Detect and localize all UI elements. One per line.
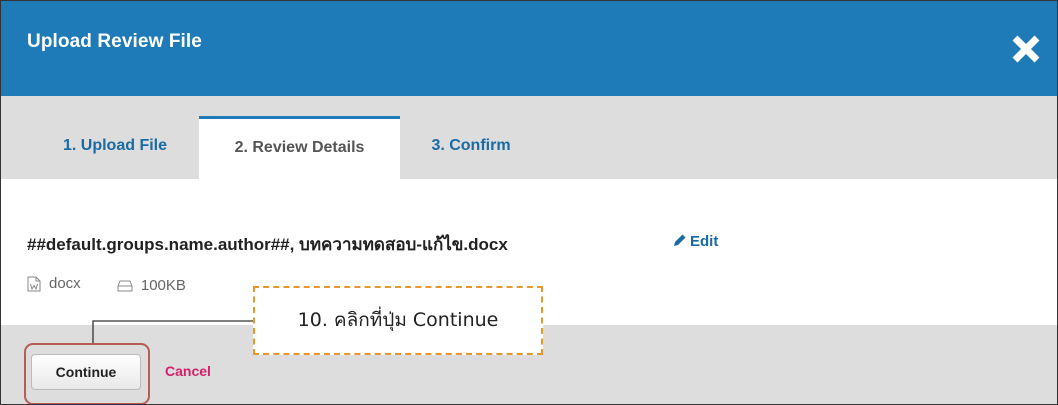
tab-review-details[interactable]: 2. Review Details xyxy=(199,116,400,179)
edit-link[interactable]: Edit xyxy=(673,233,718,250)
dialog-header: Upload Review File xyxy=(1,1,1057,96)
file-size-label: 100KB xyxy=(140,277,186,294)
file-meta: docx 100KB xyxy=(27,275,218,296)
pencil-icon xyxy=(674,234,686,246)
hard-drive-icon xyxy=(117,280,133,291)
close-icon xyxy=(1012,35,1040,63)
file-type-label: docx xyxy=(49,275,81,292)
dialog-title: Upload Review File xyxy=(27,31,202,52)
close-button[interactable] xyxy=(1011,34,1041,64)
tab-confirm[interactable]: 3. Confirm xyxy=(411,116,531,179)
edit-label: Edit xyxy=(690,233,719,250)
file-type: docx xyxy=(27,275,81,292)
tab-upload-file[interactable]: 1. Upload File xyxy=(35,116,195,179)
tab-bar: 1. Upload File 2. Review Details 3. Conf… xyxy=(1,96,1057,179)
word-document-icon xyxy=(27,276,41,291)
file-title: ##default.groups.name.author##, บทความทด… xyxy=(27,235,508,254)
file-size: 100KB xyxy=(117,277,186,294)
upload-review-dialog: Upload Review File 1. Upload File 2. Rev… xyxy=(0,0,1058,405)
continue-highlight xyxy=(24,343,150,404)
cancel-link[interactable]: Cancel xyxy=(165,363,211,379)
annotation-callout: 10. คลิกที่ปุ่ม Continue xyxy=(253,286,543,355)
